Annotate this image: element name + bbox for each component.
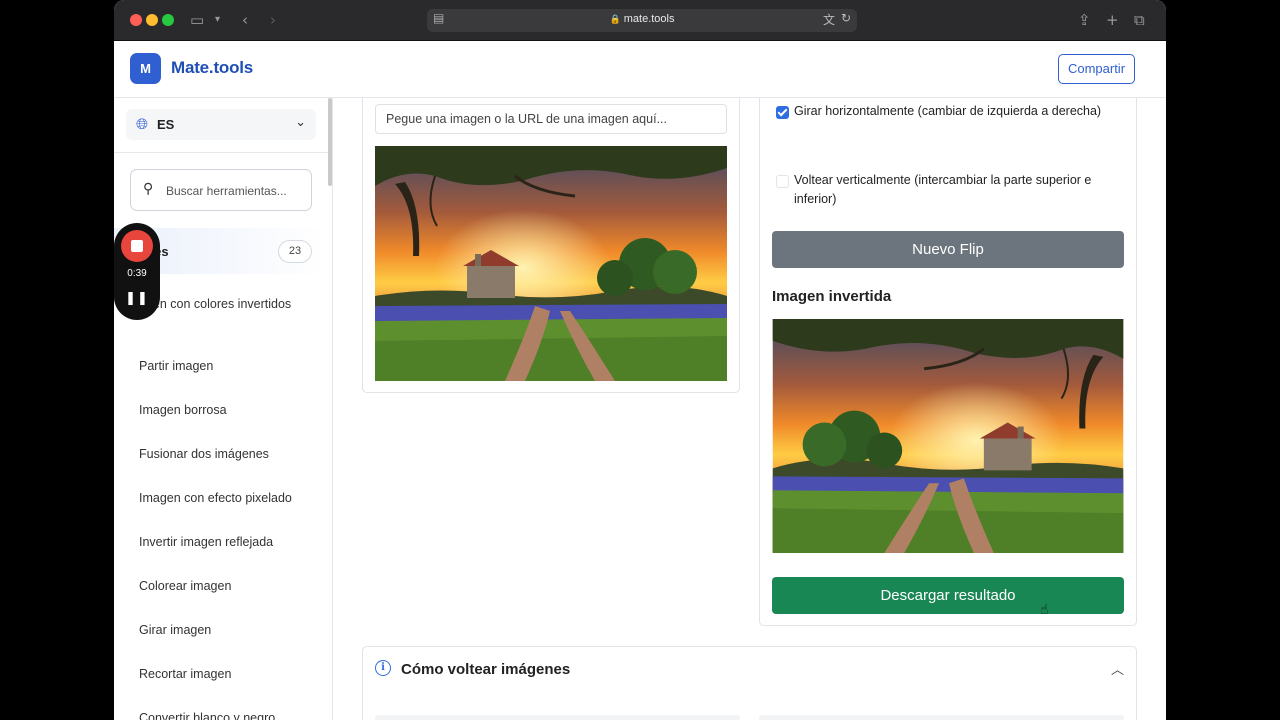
stop-icon	[131, 240, 143, 252]
sidebar-item-pixelate[interactable]: Imagen con efecto pixelado	[139, 489, 314, 508]
howto-title: Cómo voltear imágenes	[401, 661, 571, 678]
url-label: mate.tools	[623, 13, 675, 25]
share-icon[interactable]: ⇪	[1078, 9, 1091, 31]
sidebar-scrollbar[interactable]	[328, 98, 332, 186]
screen-recorder: 0:39 ❚❚	[114, 223, 160, 320]
back-icon[interactable]: ‹	[242, 9, 248, 31]
sidebar-item-invert-colors[interactable]: agen con colores invertidos	[139, 295, 314, 314]
flip-horizontal-label[interactable]: Girar horizontalmente (cambiar de izquie…	[794, 102, 1119, 121]
flip-vertical-checkbox[interactable]	[776, 175, 789, 188]
flip-vertical-label[interactable]: Voltear verticalmente (intercambiar la p…	[794, 171, 1119, 209]
recording-time: 0:39	[127, 268, 147, 279]
sidebar-item-rotate[interactable]: Girar imagen	[139, 621, 314, 640]
minimize-window-button[interactable]	[146, 14, 158, 26]
logo[interactable]: M	[130, 53, 161, 84]
language-code: ES	[157, 117, 175, 132]
translate-icon[interactable]: 文	[823, 11, 835, 28]
result-title: Imagen invertida	[772, 288, 892, 305]
sidebar-item-merge-images[interactable]: Fusionar dos imágenes	[139, 445, 314, 464]
search-icon: ⚲	[143, 181, 154, 197]
app-header: M Mate.tools Compartir	[114, 41, 1166, 98]
share-button[interactable]: Compartir	[1058, 54, 1135, 84]
language-selector[interactable]: 🌐︎ ES ⌄	[126, 109, 316, 140]
howto-content-strip	[759, 715, 1124, 720]
flip-horizontal-checkbox[interactable]	[776, 106, 789, 119]
sidebar: 🌐︎ ES ⌄ ⚲ Buscar herramientas... enes 23…	[114, 98, 333, 720]
new-flip-button[interactable]: Nuevo Flip	[772, 231, 1124, 268]
main-content: Pegue una imagen o la URL de una imagen …	[334, 98, 1166, 720]
address-bar[interactable]: ▤ 🔒 mate.tools 文 ↻	[427, 9, 857, 32]
sidebar-item-crop[interactable]: Recortar imagen	[139, 665, 314, 684]
sidebar-item-flip-image[interactable]: Invertir imagen reflejada	[139, 533, 314, 552]
image-url-input[interactable]: Pegue una imagen o la URL de una imagen …	[375, 104, 727, 134]
search-input[interactable]: ⚲ Buscar herramientas...	[130, 169, 312, 211]
howto-content-strip	[375, 715, 740, 720]
maximize-window-button[interactable]	[162, 14, 174, 26]
category-count-badge: 23	[278, 240, 312, 263]
forward-icon[interactable]: ›	[270, 9, 276, 31]
search-placeholder: Buscar herramientas...	[166, 184, 287, 198]
sidebar-item-blur-image[interactable]: Imagen borrosa	[139, 401, 314, 420]
cursor-icon: ☝︎	[1040, 601, 1049, 617]
source-image	[375, 146, 727, 381]
browser-window: ▭ ▾ ‹ › ▤ 🔒 mate.tools 文 ↻ ⇪ + ⧉ M Mate.t…	[114, 0, 1166, 720]
chevron-down-icon: ⌄	[295, 115, 306, 130]
download-button[interactable]: Descargar resultado	[772, 577, 1124, 614]
sidebar-item-split-image[interactable]: Partir imagen	[139, 357, 314, 376]
pause-icon[interactable]: ❚❚	[114, 290, 160, 306]
new-tab-icon[interactable]: +	[1106, 9, 1119, 31]
chevron-up-icon[interactable]: ︿	[1111, 659, 1124, 678]
sidebar-item-grayscale[interactable]: Convertir blanco y negro	[139, 709, 314, 720]
flipped-image	[772, 319, 1124, 553]
address-text: 🔒 mate.tools	[427, 13, 857, 25]
input-card: Pegue una imagen o la URL de una imagen …	[362, 98, 740, 393]
brand-name[interactable]: Mate.tools	[171, 58, 253, 78]
chevron-down-icon[interactable]: ▾	[215, 9, 220, 31]
sidebar-toggle-icon[interactable]: ▭	[190, 9, 204, 31]
tabs-icon[interactable]: ⧉	[1134, 9, 1145, 31]
lock-icon: 🔒	[609, 14, 621, 24]
reload-icon[interactable]: ↻	[841, 11, 851, 25]
sidebar-item-colorize[interactable]: Colorear imagen	[139, 577, 314, 596]
info-icon: i	[375, 660, 391, 676]
stop-recording-button[interactable]	[121, 230, 153, 262]
close-window-button[interactable]	[130, 14, 142, 26]
options-card: Girar horizontalmente (cambiar de izquie…	[759, 98, 1137, 626]
browser-titlebar: ▭ ▾ ‹ › ▤ 🔒 mate.tools 文 ↻ ⇪ + ⧉	[114, 0, 1166, 41]
sidebar-divider	[114, 152, 328, 153]
howto-accordion[interactable]: i Cómo voltear imágenes ︿	[362, 646, 1137, 720]
globe-icon: 🌐︎	[136, 115, 149, 133]
